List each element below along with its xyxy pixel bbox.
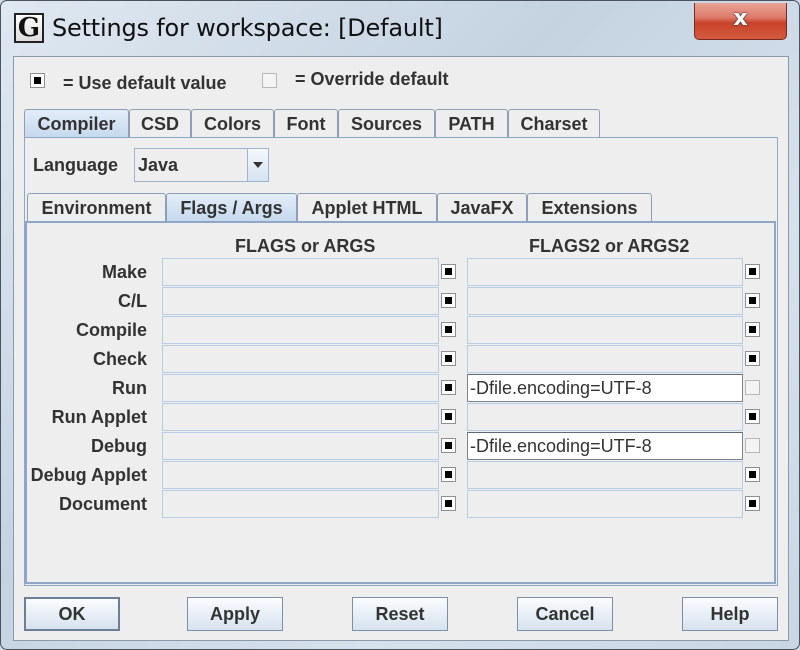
- args-field[interactable]: [162, 432, 439, 460]
- args-field[interactable]: [162, 287, 439, 315]
- args-default-checkbox[interactable]: [441, 467, 456, 482]
- args-default-checkbox[interactable]: [441, 293, 456, 308]
- chevron-down-icon[interactable]: [247, 149, 268, 181]
- ok-button[interactable]: OK: [24, 597, 120, 631]
- legend-override-checkbox-icon: [262, 73, 277, 88]
- tab-font[interactable]: Font: [274, 109, 338, 137]
- legend-default-checkbox-icon: [30, 73, 45, 88]
- args-field[interactable]: [162, 345, 439, 373]
- tab-path[interactable]: PATH: [435, 109, 508, 137]
- row-label: Compile: [75, 320, 147, 340]
- row-label: Debug Applet: [30, 465, 147, 485]
- args2-field[interactable]: -Dfile.encoding=UTF-8: [467, 432, 743, 460]
- apply-button[interactable]: Apply: [187, 597, 283, 631]
- legend-default-label: = Use default value: [63, 73, 227, 93]
- settings-dialog: G Settings for workspace: [Default] x = …: [0, 0, 800, 650]
- row-label: Run: [112, 378, 147, 398]
- row-label: Check: [92, 349, 147, 369]
- tab-flags-args[interactable]: Flags / Args: [166, 193, 297, 221]
- tab-sources[interactable]: Sources: [338, 109, 435, 137]
- args-default-checkbox[interactable]: [441, 351, 456, 366]
- args-field[interactable]: [162, 374, 439, 402]
- tab-charset[interactable]: Charset: [508, 109, 600, 137]
- tab-applet-html[interactable]: Applet HTML: [297, 193, 437, 221]
- args2-default-checkbox[interactable]: [745, 409, 760, 424]
- args2-field[interactable]: [467, 461, 743, 489]
- args2-default-checkbox[interactable]: [745, 467, 760, 482]
- args-default-checkbox[interactable]: [441, 380, 456, 395]
- dialog-content: = Use default value = Override default C…: [13, 56, 789, 641]
- title-bar[interactable]: G Settings for workspace: [Default] x: [1, 1, 799, 61]
- args-field[interactable]: [162, 490, 439, 518]
- tab-extensions[interactable]: Extensions: [527, 193, 652, 221]
- reset-button[interactable]: Reset: [352, 597, 448, 631]
- language-value: Java: [138, 155, 179, 175]
- args-default-checkbox[interactable]: [441, 322, 456, 337]
- args-default-checkbox[interactable]: [441, 438, 456, 453]
- cancel-button[interactable]: Cancel: [517, 597, 613, 631]
- tab-compiler[interactable]: Compiler: [24, 109, 129, 137]
- tab-csd[interactable]: CSD: [129, 109, 191, 137]
- args2-default-checkbox[interactable]: [745, 322, 760, 337]
- args2-default-checkbox[interactable]: [745, 351, 760, 366]
- args-field[interactable]: [162, 461, 439, 489]
- tab-environment[interactable]: Environment: [27, 193, 166, 221]
- args-field[interactable]: [162, 258, 439, 286]
- args2-default-checkbox[interactable]: [745, 496, 760, 511]
- flags-column-header: FLAGS or ARGS: [235, 236, 376, 256]
- args2-field[interactable]: [467, 287, 743, 315]
- args2-field[interactable]: [467, 403, 743, 431]
- args2-field[interactable]: [467, 258, 743, 286]
- row-label: Document: [58, 494, 147, 514]
- args2-field[interactable]: [467, 490, 743, 518]
- language-select[interactable]: Java: [134, 148, 269, 182]
- args2-default-checkbox[interactable]: [745, 380, 760, 395]
- tab-colors[interactable]: Colors: [191, 109, 274, 137]
- args2-field[interactable]: [467, 316, 743, 344]
- close-icon: x: [733, 6, 748, 31]
- row-label: Make: [101, 262, 147, 282]
- flags2-column-header: FLAGS2 or ARGS2: [529, 236, 690, 256]
- help-button[interactable]: Help: [682, 597, 778, 631]
- args2-field[interactable]: [467, 345, 743, 373]
- args-field[interactable]: [162, 316, 439, 344]
- window-title: Settings for workspace: [Default]: [52, 14, 443, 42]
- legend-override-label: = Override default: [295, 69, 449, 89]
- args-default-checkbox[interactable]: [441, 264, 456, 279]
- args2-default-checkbox[interactable]: [745, 438, 760, 453]
- args2-default-checkbox[interactable]: [745, 293, 760, 308]
- app-logo-icon: G: [14, 13, 44, 43]
- row-label: C/L: [118, 291, 147, 311]
- language-label: Language: [33, 155, 119, 175]
- row-label: Debug: [91, 436, 147, 456]
- args2-default-checkbox[interactable]: [745, 264, 760, 279]
- args-default-checkbox[interactable]: [441, 409, 456, 424]
- tab-javafx[interactable]: JavaFX: [437, 193, 527, 221]
- args-field[interactable]: [162, 403, 439, 431]
- row-label: Run Applet: [51, 407, 147, 427]
- args-default-checkbox[interactable]: [441, 496, 456, 511]
- close-button[interactable]: x: [694, 3, 787, 40]
- args2-field[interactable]: -Dfile.encoding=UTF-8: [467, 374, 743, 402]
